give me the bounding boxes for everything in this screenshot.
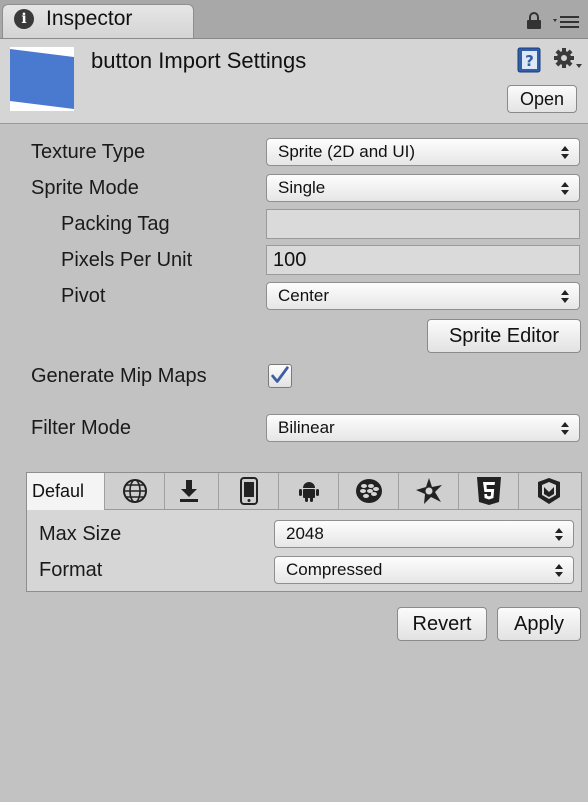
tab-title: Inspector [46, 7, 133, 30]
texture-type-value: Sprite (2D and UI) [278, 142, 415, 161]
download-icon [179, 480, 198, 502]
lock-icon[interactable] [526, 12, 542, 30]
format-label: Format [39, 559, 103, 581]
menu-icon[interactable] [552, 14, 580, 30]
tab-standalone-platform[interactable] [159, 473, 219, 509]
filter-mode-dropdown[interactable]: Bilinear [266, 414, 580, 442]
revert-button[interactable]: Revert [397, 607, 487, 641]
tizen-icon [415, 478, 442, 504]
dropdown-arrows-icon [561, 290, 569, 303]
pivot-label: Pivot [61, 285, 106, 307]
tab-default-platform[interactable]: Defaul [27, 473, 105, 510]
gear-icon[interactable] [552, 46, 584, 74]
max-size-label: Max Size [39, 523, 122, 545]
android-icon [298, 482, 319, 502]
tab-android-platform[interactable] [279, 473, 339, 509]
svg-text:?: ? [525, 52, 534, 70]
dropdown-arrows-icon [555, 564, 563, 577]
pixels-per-unit-field[interactable]: 100 [266, 245, 580, 275]
tab-blackberry-platform[interactable] [339, 473, 399, 509]
sprite-mode-value: Single [278, 178, 326, 197]
phone-icon [239, 477, 258, 505]
page-title: button Import Settings [91, 48, 307, 73]
max-size-value: 2048 [286, 524, 324, 543]
sprite-editor-button[interactable]: Sprite Editor [427, 319, 581, 353]
max-size-dropdown[interactable]: 2048 [274, 520, 574, 548]
format-dropdown[interactable]: Compressed [274, 556, 574, 584]
texture-thumbnail [10, 47, 74, 111]
tab-ios-platform[interactable] [219, 473, 279, 509]
dropdown-arrows-icon [561, 182, 569, 195]
blackberry-icon [355, 479, 382, 503]
texture-type-dropdown[interactable]: Sprite (2D and UI) [266, 138, 580, 166]
open-button[interactable]: Open [507, 85, 577, 113]
tab-webgl-platform[interactable] [459, 473, 519, 509]
checkmark-icon [271, 366, 289, 383]
format-value: Compressed [286, 560, 383, 579]
dropdown-arrows-icon [561, 422, 569, 435]
globe-icon [122, 479, 147, 503]
shield-icon [538, 478, 560, 504]
dropdown-arrows-icon [555, 528, 563, 541]
packing-tag-field[interactable] [266, 209, 580, 239]
packing-tag-label: Packing Tag [61, 213, 170, 235]
texture-type-label: Texture Type [31, 141, 146, 163]
tab-samsung-tv-platform[interactable] [519, 473, 579, 509]
sprite-mode-dropdown[interactable]: Single [266, 174, 580, 202]
pivot-dropdown[interactable]: Center [266, 282, 580, 310]
generate-mip-maps-checkbox[interactable] [268, 364, 292, 388]
apply-button[interactable]: Apply [497, 607, 581, 641]
tab-tizen-platform[interactable] [399, 473, 459, 509]
sprite-mode-label: Sprite Mode [31, 177, 139, 199]
dropdown-arrows-icon [561, 146, 569, 159]
filter-mode-value: Bilinear [278, 418, 335, 437]
filter-mode-label: Filter Mode [31, 417, 132, 439]
generate-mip-maps-label: Generate Mip Maps [31, 365, 207, 387]
tab-web-platform[interactable] [105, 473, 165, 509]
help-book-icon[interactable]: ? [516, 47, 542, 73]
pivot-value: Center [278, 286, 330, 305]
pixels-per-unit-label: Pixels Per Unit [61, 249, 193, 271]
info-icon: i [14, 9, 34, 29]
html5-icon [476, 477, 501, 505]
tab-default-label: Defaul [32, 481, 85, 501]
